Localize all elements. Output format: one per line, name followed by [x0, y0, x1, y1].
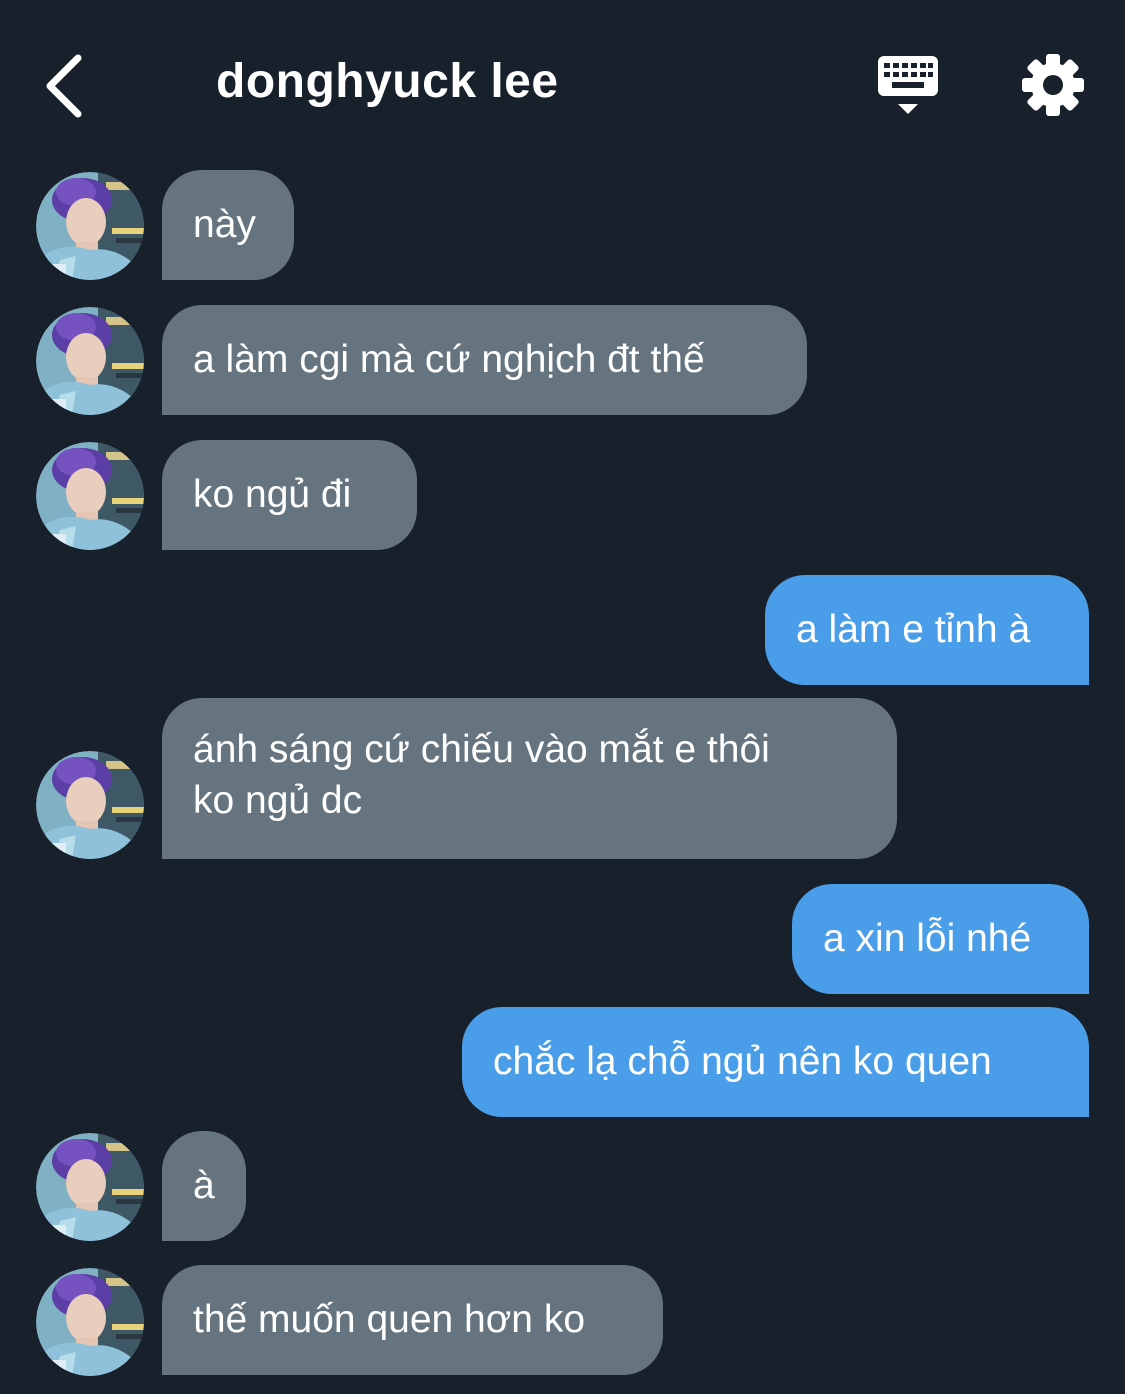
- incoming-message[interactable]: à: [162, 1131, 246, 1241]
- incoming-message[interactable]: ko ngủ đi: [162, 440, 417, 550]
- outgoing-message[interactable]: a làm e tỉnh à: [765, 575, 1089, 685]
- outgoing-message[interactable]: chắc lạ chỗ ngủ nên ko quen: [462, 1007, 1089, 1117]
- chat-screen: donghyuck lee này a làm cgi mà cứ nghịch…: [0, 0, 1125, 1394]
- message-list: này a làm cgi mà cứ nghịch đt thế ko ngủ…: [0, 0, 1125, 1394]
- avatar[interactable]: [36, 1133, 144, 1241]
- avatar[interactable]: [36, 1268, 144, 1376]
- incoming-message[interactable]: ánh sáng cứ chiếu vào mắt e thôi ko ngủ …: [162, 698, 897, 859]
- avatar[interactable]: [36, 442, 144, 550]
- incoming-message[interactable]: thế muốn quen hơn ko: [162, 1265, 663, 1375]
- avatar[interactable]: [36, 751, 144, 859]
- avatar[interactable]: [36, 307, 144, 415]
- avatar[interactable]: [36, 172, 144, 280]
- incoming-message[interactable]: a làm cgi mà cứ nghịch đt thế: [162, 305, 807, 415]
- outgoing-message[interactable]: a xin lỗi nhé: [792, 884, 1089, 994]
- incoming-message[interactable]: này: [162, 170, 294, 280]
